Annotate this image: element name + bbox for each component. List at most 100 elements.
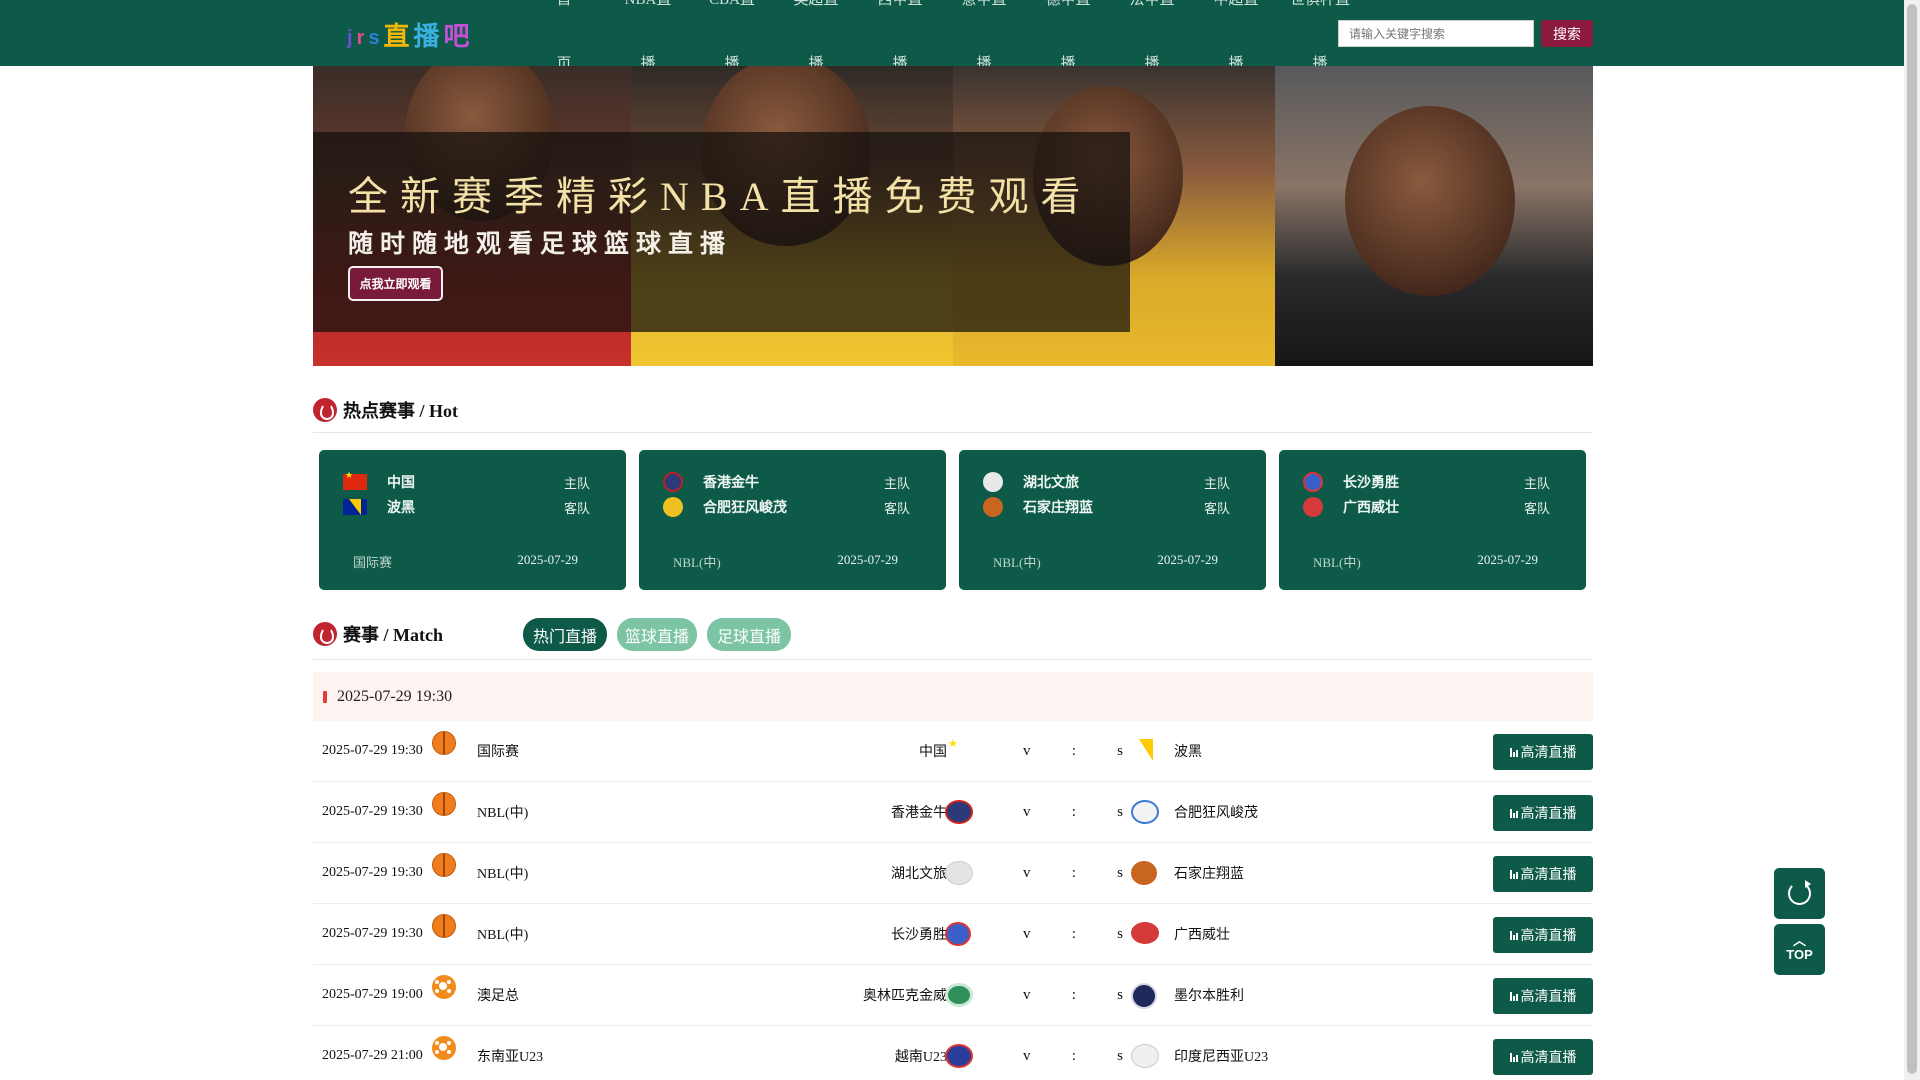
card-date: 2025-07-29 xyxy=(517,552,578,567)
hot-match-card[interactable]: 香港金牛 主队 合肥狂风峻茂 客队 NBL(中) 2025-07-29 xyxy=(639,450,946,590)
team-role: 客队 xyxy=(1523,501,1550,517)
scrollbar-thumb[interactable] xyxy=(1907,4,1917,1074)
nav-nba[interactable]: NBA直播 xyxy=(606,0,690,66)
hd-live-button[interactable]: 高清直播 xyxy=(1493,795,1593,831)
team-logo-icon xyxy=(945,861,973,885)
match-time: 2025-07-29 19:30 xyxy=(322,743,423,758)
signal-bars-icon xyxy=(1509,1052,1518,1062)
vs-label: v: s xyxy=(1023,926,1123,943)
vs-label: v: s xyxy=(1023,865,1123,882)
match-row: 2025-07-29 19:30 NBL(中) 长沙勇胜 v: s 广西威壮 高清… xyxy=(313,904,1593,965)
away-team: 石家庄翔蓝 xyxy=(1174,867,1244,882)
card-date: 2025-07-29 xyxy=(837,552,898,567)
watch-now-button[interactable]: 点我立即观看 xyxy=(348,266,443,301)
nav-label-top: 中超直 xyxy=(1213,0,1259,8)
logo-char: 播 xyxy=(413,20,440,51)
hd-live-label: 高清直播 xyxy=(1520,746,1577,761)
basketball-icon xyxy=(432,792,456,816)
team-logo-icon xyxy=(945,1044,973,1068)
away-team: 波黑 xyxy=(1174,745,1202,760)
match-league: 东南亚U23 xyxy=(477,1050,544,1065)
away-team: 合肥狂风峻茂 xyxy=(1174,806,1258,821)
signal-bars-icon xyxy=(1509,991,1518,1001)
logo-char: 直 xyxy=(383,20,410,51)
away-team: 广西威壮 xyxy=(1174,928,1230,943)
team-name: 石家庄翔蓝 xyxy=(1023,500,1093,516)
match-section-heading: 赛事 / Match xyxy=(313,619,443,649)
vs-label: v: s xyxy=(1023,1048,1123,1065)
back-to-top-button[interactable]: ︿ TOP xyxy=(1774,924,1825,975)
hd-live-button[interactable]: 高清直播 xyxy=(1493,856,1593,892)
tab-basketball-live[interactable]: 篮球直播 xyxy=(617,618,697,651)
team-logo-icon xyxy=(1131,1044,1159,1068)
match-league: 澳足总 xyxy=(477,989,519,1004)
signal-bars-icon xyxy=(1509,747,1518,757)
basketball-icon xyxy=(432,914,456,938)
bosnia-flag-icon xyxy=(343,499,367,515)
home-team-row: 香港金牛 主队 xyxy=(663,471,910,493)
nav-label-top: NBA直 xyxy=(624,0,672,8)
vs-char: s xyxy=(1117,804,1123,820)
home-team-row: 长沙勇胜 主队 xyxy=(1303,471,1550,493)
team-logo-icon xyxy=(983,472,1003,492)
away-team: 墨尔本胜利 xyxy=(1174,989,1244,1004)
tab-football-live[interactable]: 足球直播 xyxy=(707,618,791,651)
vs-char: v xyxy=(1023,804,1031,820)
soccer-ball-icon xyxy=(432,975,456,999)
search-button[interactable]: 搜索 xyxy=(1541,20,1593,47)
team-logo-icon xyxy=(1131,861,1157,885)
hd-live-button[interactable]: 高清直播 xyxy=(1493,978,1593,1014)
vs-char: : xyxy=(1071,926,1076,942)
refresh-icon xyxy=(1788,880,1811,905)
away-team: 印度尼西亚U23 xyxy=(1174,1050,1269,1065)
team-name: 长沙勇胜 xyxy=(1343,475,1399,491)
signal-bars-icon xyxy=(1509,930,1518,940)
nav-cba[interactable]: CBA直播 xyxy=(690,0,774,66)
nav-label-bottom: 播 xyxy=(1312,56,1328,66)
away-team-row: 广西威壮 客队 xyxy=(1303,496,1550,518)
search-input[interactable] xyxy=(1338,20,1534,47)
nav-label-top: 世俱杯直 xyxy=(1289,0,1350,8)
nav-home[interactable]: 首页 xyxy=(522,0,606,66)
match-row: 2025-07-29 19:30 NBL(中) 香港金牛 v:s 合肥狂风峻茂 … xyxy=(313,782,1593,843)
vs-char: v xyxy=(1023,743,1031,759)
nav-label-bottom: 播 xyxy=(1228,56,1244,66)
match-row: 2025-07-29 19:30 NBL(中) 湖北文旅 v: s 石家庄翔蓝 高… xyxy=(313,843,1593,904)
refresh-button[interactable] xyxy=(1774,868,1825,919)
team-logo-icon xyxy=(945,800,973,824)
nav-la-liga[interactable]: 西甲直播 xyxy=(858,0,942,66)
banner-title: 全新赛季精彩NBA直播免费观看 xyxy=(348,174,1093,219)
logo-char: 吧 xyxy=(443,20,470,51)
team-logo-icon xyxy=(1303,472,1323,492)
nav-csl[interactable]: 中超直播 xyxy=(1194,0,1278,66)
hd-live-button[interactable]: 高清直播 xyxy=(1493,1039,1593,1075)
section-divider xyxy=(313,432,1593,433)
nav-serie-a[interactable]: 意甲直播 xyxy=(942,0,1026,66)
home-team-row: 湖北文旅 主队 xyxy=(983,471,1230,493)
vs-char: : xyxy=(1071,987,1076,1003)
away-team-row: 波黑 客队 xyxy=(343,496,590,518)
hot-match-card[interactable]: 长沙勇胜 主队 广西威壮 客队 NBL(中) 2025-07-29 xyxy=(1279,450,1586,590)
nav-bundesliga[interactable]: 德甲直播 xyxy=(1026,0,1110,66)
hot-match-card[interactable]: 中国 主队 波黑 客队 国际赛 2025-07-29 xyxy=(319,450,626,590)
card-league: NBL(中) xyxy=(993,555,1041,570)
hd-live-button[interactable]: 高清直播 xyxy=(1493,734,1593,770)
home-team: 奥林匹克金威 xyxy=(863,989,947,1004)
vs-label: v: s xyxy=(1023,987,1123,1004)
team-logo-icon xyxy=(1131,800,1159,824)
hd-live-label: 高清直播 xyxy=(1520,807,1577,822)
match-time: 2025-07-29 19:00 xyxy=(322,987,423,1002)
site-logo[interactable]: j r s 直 播 吧 xyxy=(347,14,470,54)
team-name: 中国 xyxy=(387,475,415,491)
team-role: 主队 xyxy=(1523,476,1550,492)
hot-match-card[interactable]: 湖北文旅 主队 石家庄翔蓝 客队 NBL(中) 2025-07-29 xyxy=(959,450,1266,590)
tab-hot-live[interactable]: 热门直播 xyxy=(523,618,607,651)
match-time: 2025-07-29 19:30 xyxy=(322,865,423,880)
away-team-row: 石家庄翔蓝 客队 xyxy=(983,496,1230,518)
team-role: 主队 xyxy=(563,476,590,492)
team-logo-icon xyxy=(983,497,1003,517)
section-divider xyxy=(313,659,1593,660)
hd-live-button[interactable]: 高清直播 xyxy=(1493,917,1593,953)
nav-ligue-1[interactable]: 法甲直播 xyxy=(1110,0,1194,66)
nav-premier-league[interactable]: 英超直播 xyxy=(774,0,858,66)
